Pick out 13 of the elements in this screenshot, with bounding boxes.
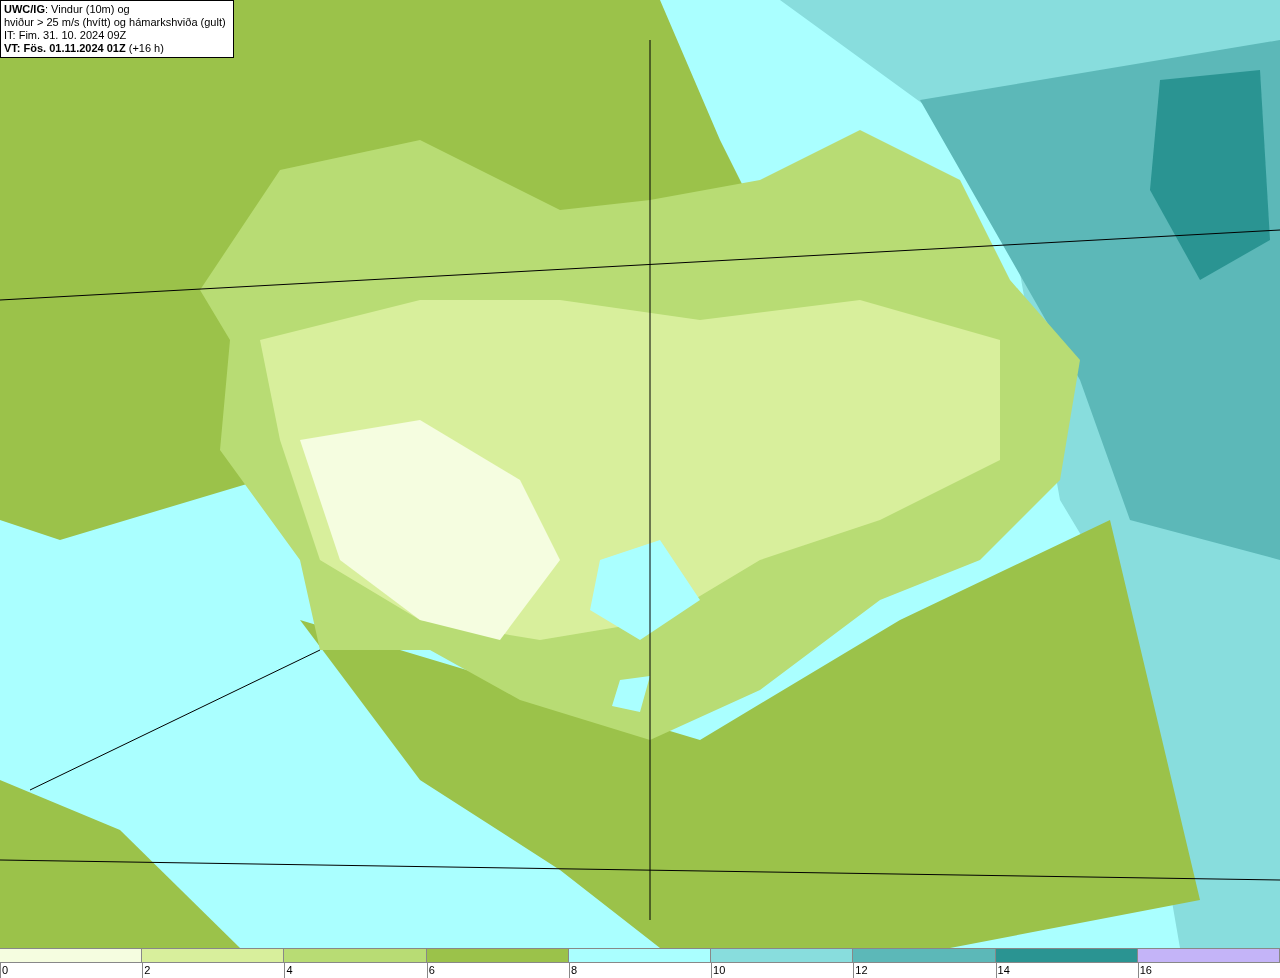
legend-tick-label: 4	[285, 964, 293, 976]
legend-tick-label: 0	[1, 964, 9, 976]
title-line: IT: Fim. 31. 10. 2024 09Z	[4, 29, 128, 42]
legend-tick-label: 14	[996, 964, 1010, 976]
legend-tick-label: 6	[427, 964, 435, 976]
title-line: VT: Fös. 01.11.2024 01Z (+16 h)	[4, 42, 165, 55]
legend-tick-label: 2	[143, 964, 151, 976]
legend-tick-label: 16	[1138, 964, 1152, 976]
legend-tick-label: 10	[712, 964, 726, 976]
title-line: UWC/IG: Vindur (10m) og	[4, 3, 131, 16]
legend-tick-label: 12	[854, 964, 868, 976]
title-line: hviður > 25 m/s (hvítt) og hámarkshviða (gult)	[4, 16, 227, 29]
legend-tick-label: 8	[569, 964, 577, 976]
